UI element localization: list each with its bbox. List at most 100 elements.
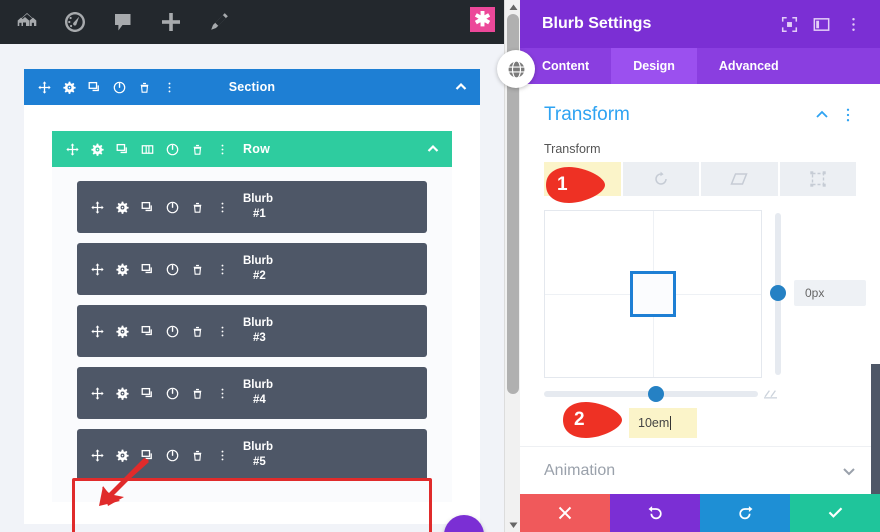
module-number: #3 [253, 332, 266, 344]
plugin-asterisk-button[interactable]: ✱ [470, 7, 495, 32]
disable-power-icon[interactable] [107, 75, 132, 99]
panel-layout-icon[interactable] [808, 11, 834, 37]
module-block[interactable]: Blurb #1 [77, 181, 427, 233]
red-arrow-annotation [99, 458, 149, 506]
delete-trash-icon[interactable] [185, 382, 210, 404]
module-number: #2 [253, 270, 266, 282]
vertical-value-field[interactable]: 0px [794, 280, 866, 306]
settings-gear-icon[interactable] [110, 382, 135, 404]
duplicate-icon[interactable] [135, 382, 160, 404]
more-options-icon[interactable] [157, 75, 182, 99]
delete-trash-icon[interactable] [132, 75, 157, 99]
duplicate-icon[interactable] [110, 137, 135, 161]
settings-panel-header: Blurb Settings [520, 0, 880, 48]
duplicate-icon[interactable] [135, 196, 160, 218]
disable-power-icon[interactable] [160, 444, 185, 466]
tab-advanced[interactable]: Advanced [697, 48, 801, 84]
more-options-icon[interactable] [210, 444, 235, 466]
more-options-icon[interactable] [210, 382, 235, 404]
settings-gear-icon[interactable] [110, 320, 135, 342]
callout-1: 1 [545, 165, 607, 205]
vertical-slider-handle[interactable] [770, 285, 786, 301]
move-icon[interactable] [85, 258, 110, 280]
move-icon[interactable] [32, 75, 57, 99]
delete-trash-icon[interactable] [185, 258, 210, 280]
dashboard-gauge-icon[interactable] [62, 9, 88, 35]
animation-section-title: Animation [544, 461, 616, 479]
skew-tab[interactable] [701, 162, 780, 196]
save-button[interactable] [790, 494, 880, 532]
disable-power-icon[interactable] [160, 320, 185, 342]
transform-preview-square[interactable] [630, 271, 676, 317]
disable-power-icon[interactable] [160, 258, 185, 280]
disable-power-icon[interactable] [160, 382, 185, 404]
settings-panel-scrollbar[interactable] [871, 364, 880, 494]
duplicate-icon[interactable] [82, 75, 107, 99]
builder-canvas: Section Row Blurb #1 Blurb #2 Blurb #3 B… [0, 44, 520, 532]
module-block[interactable]: Blurb #3 [77, 305, 427, 357]
delete-trash-icon[interactable] [185, 196, 210, 218]
redo-button[interactable] [700, 494, 790, 532]
columns-icon[interactable] [135, 137, 160, 161]
settings-gear-icon[interactable] [85, 137, 110, 161]
delete-trash-icon[interactable] [185, 320, 210, 342]
row-title: Row [243, 142, 270, 156]
edit-pencil-icon[interactable] [206, 9, 232, 35]
section-toolbar: Section [24, 69, 480, 105]
module-block[interactable]: Blurb #4 [77, 367, 427, 419]
module-name: Blurb [243, 379, 274, 391]
tab-design[interactable]: Design [611, 48, 697, 84]
animation-section-header[interactable]: Animation [520, 446, 880, 494]
kebab-menu-icon[interactable] [840, 11, 866, 37]
settings-gear-icon[interactable] [110, 258, 135, 280]
move-icon[interactable] [60, 137, 85, 161]
transform-section-title: Transform [544, 104, 630, 125]
move-icon[interactable] [85, 320, 110, 342]
horizontal-value-field[interactable]: 10em [629, 408, 697, 438]
module-label: Blurb #1 [243, 192, 273, 222]
transform-section-header: Transform [520, 84, 880, 126]
delete-trash-icon[interactable] [185, 137, 210, 161]
settings-gear-icon[interactable] [110, 196, 135, 218]
focus-mode-icon[interactable] [776, 11, 802, 37]
delete-trash-icon[interactable] [185, 444, 210, 466]
wp-admin-bar: ✱ [0, 0, 520, 44]
module-label: Blurb #3 [243, 316, 273, 346]
transform-pad[interactable] [544, 210, 762, 378]
disable-power-icon[interactable] [160, 137, 185, 161]
rotate-tab[interactable] [622, 162, 701, 196]
module-label: Blurb #5 [243, 440, 273, 470]
scroll-up-arrow-icon[interactable] [505, 0, 520, 14]
move-icon[interactable] [85, 196, 110, 218]
settings-gear-icon[interactable] [57, 75, 82, 99]
more-options-icon[interactable] [210, 258, 235, 280]
module-name: Blurb [243, 441, 274, 453]
module-name: Blurb [243, 317, 274, 329]
disable-power-icon[interactable] [160, 196, 185, 218]
undo-button[interactable] [610, 494, 700, 532]
more-options-icon[interactable] [210, 137, 235, 161]
callout-2-number: 2 [574, 409, 585, 430]
more-options-icon[interactable] [210, 196, 235, 218]
scale-tab[interactable] [779, 162, 856, 196]
chevron-up-icon[interactable] [812, 105, 832, 125]
new-content-plus-icon[interactable] [158, 9, 184, 35]
wordpress-site-icon[interactable] [14, 9, 40, 35]
page-settings-globe-button[interactable] [497, 50, 535, 88]
duplicate-icon[interactable] [135, 320, 160, 342]
horizontal-slider-handle[interactable] [648, 386, 664, 402]
module-block[interactable]: Blurb #2 [77, 243, 427, 295]
row-toolbar: Row [52, 131, 452, 167]
chevron-up-icon[interactable] [454, 80, 468, 94]
chevron-down-icon[interactable] [840, 462, 858, 480]
scroll-down-arrow-icon[interactable] [505, 518, 520, 532]
link-axes-icon[interactable] [764, 388, 778, 400]
kebab-menu-icon[interactable] [838, 105, 858, 125]
chevron-up-icon[interactable] [426, 142, 440, 156]
cancel-button[interactable] [520, 494, 610, 532]
section-block: Section Row Blurb #1 Blurb #2 Blurb #3 B… [24, 69, 480, 524]
duplicate-icon[interactable] [135, 258, 160, 280]
comments-icon[interactable] [110, 9, 136, 35]
more-options-icon[interactable] [210, 320, 235, 342]
move-icon[interactable] [85, 382, 110, 404]
